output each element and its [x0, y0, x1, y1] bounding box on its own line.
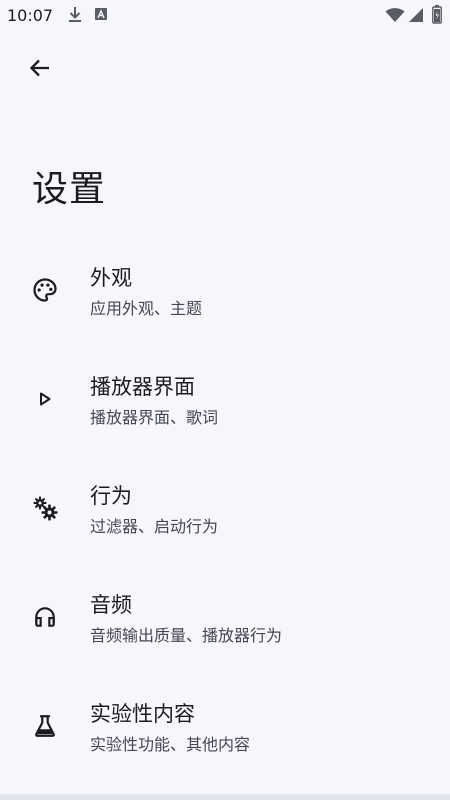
settings-item-title: 行为 — [90, 484, 132, 508]
gesture-bar — [0, 794, 450, 800]
palette-icon — [30, 275, 60, 305]
settings-list: 外观 应用外观、主题 播放器界面 播放器界面、歌词 行为 过滤器、启动行为 音频… — [0, 242, 450, 787]
settings-item-subtitle: 应用外观、主题 — [90, 299, 203, 318]
settings-item-title: 音频 — [90, 593, 132, 617]
settings-item-audio[interactable]: 音频 音频输出质量、播放器行为 — [0, 569, 450, 678]
settings-item-appearance[interactable]: 外观 应用外观、主题 — [0, 242, 450, 351]
battery-icon — [432, 5, 442, 28]
arrow-back-icon — [29, 57, 51, 83]
wifi-icon — [385, 7, 405, 27]
settings-item-subtitle: 过滤器、启动行为 — [90, 517, 219, 536]
headphones-icon — [30, 602, 60, 632]
settings-item-subtitle: 播放器界面、歌词 — [90, 408, 219, 427]
settings-item-experimental[interactable]: 实验性内容 实验性功能、其他内容 — [0, 678, 450, 787]
status-bar: 10:07 — [0, 0, 450, 30]
gears-icon — [30, 493, 60, 523]
settings-item-title: 播放器界面 — [90, 375, 195, 399]
settings-item-title: 外观 — [90, 266, 132, 290]
settings-item-behavior[interactable]: 行为 过滤器、启动行为 — [0, 460, 450, 569]
page-title: 设置 — [32, 169, 107, 210]
play-icon — [30, 384, 60, 414]
settings-item-subtitle: 实验性功能、其他内容 — [90, 735, 251, 754]
status-time: 10:07 — [7, 6, 54, 25]
settings-item-player-ui[interactable]: 播放器界面 播放器界面、歌词 — [0, 351, 450, 460]
flask-icon — [30, 711, 60, 741]
signal-icon — [407, 7, 424, 27]
settings-item-title: 实验性内容 — [90, 702, 195, 726]
app-notification-icon — [94, 6, 108, 26]
back-button[interactable] — [22, 52, 58, 88]
download-icon — [67, 6, 83, 28]
settings-item-subtitle: 音频输出质量、播放器行为 — [90, 626, 283, 645]
